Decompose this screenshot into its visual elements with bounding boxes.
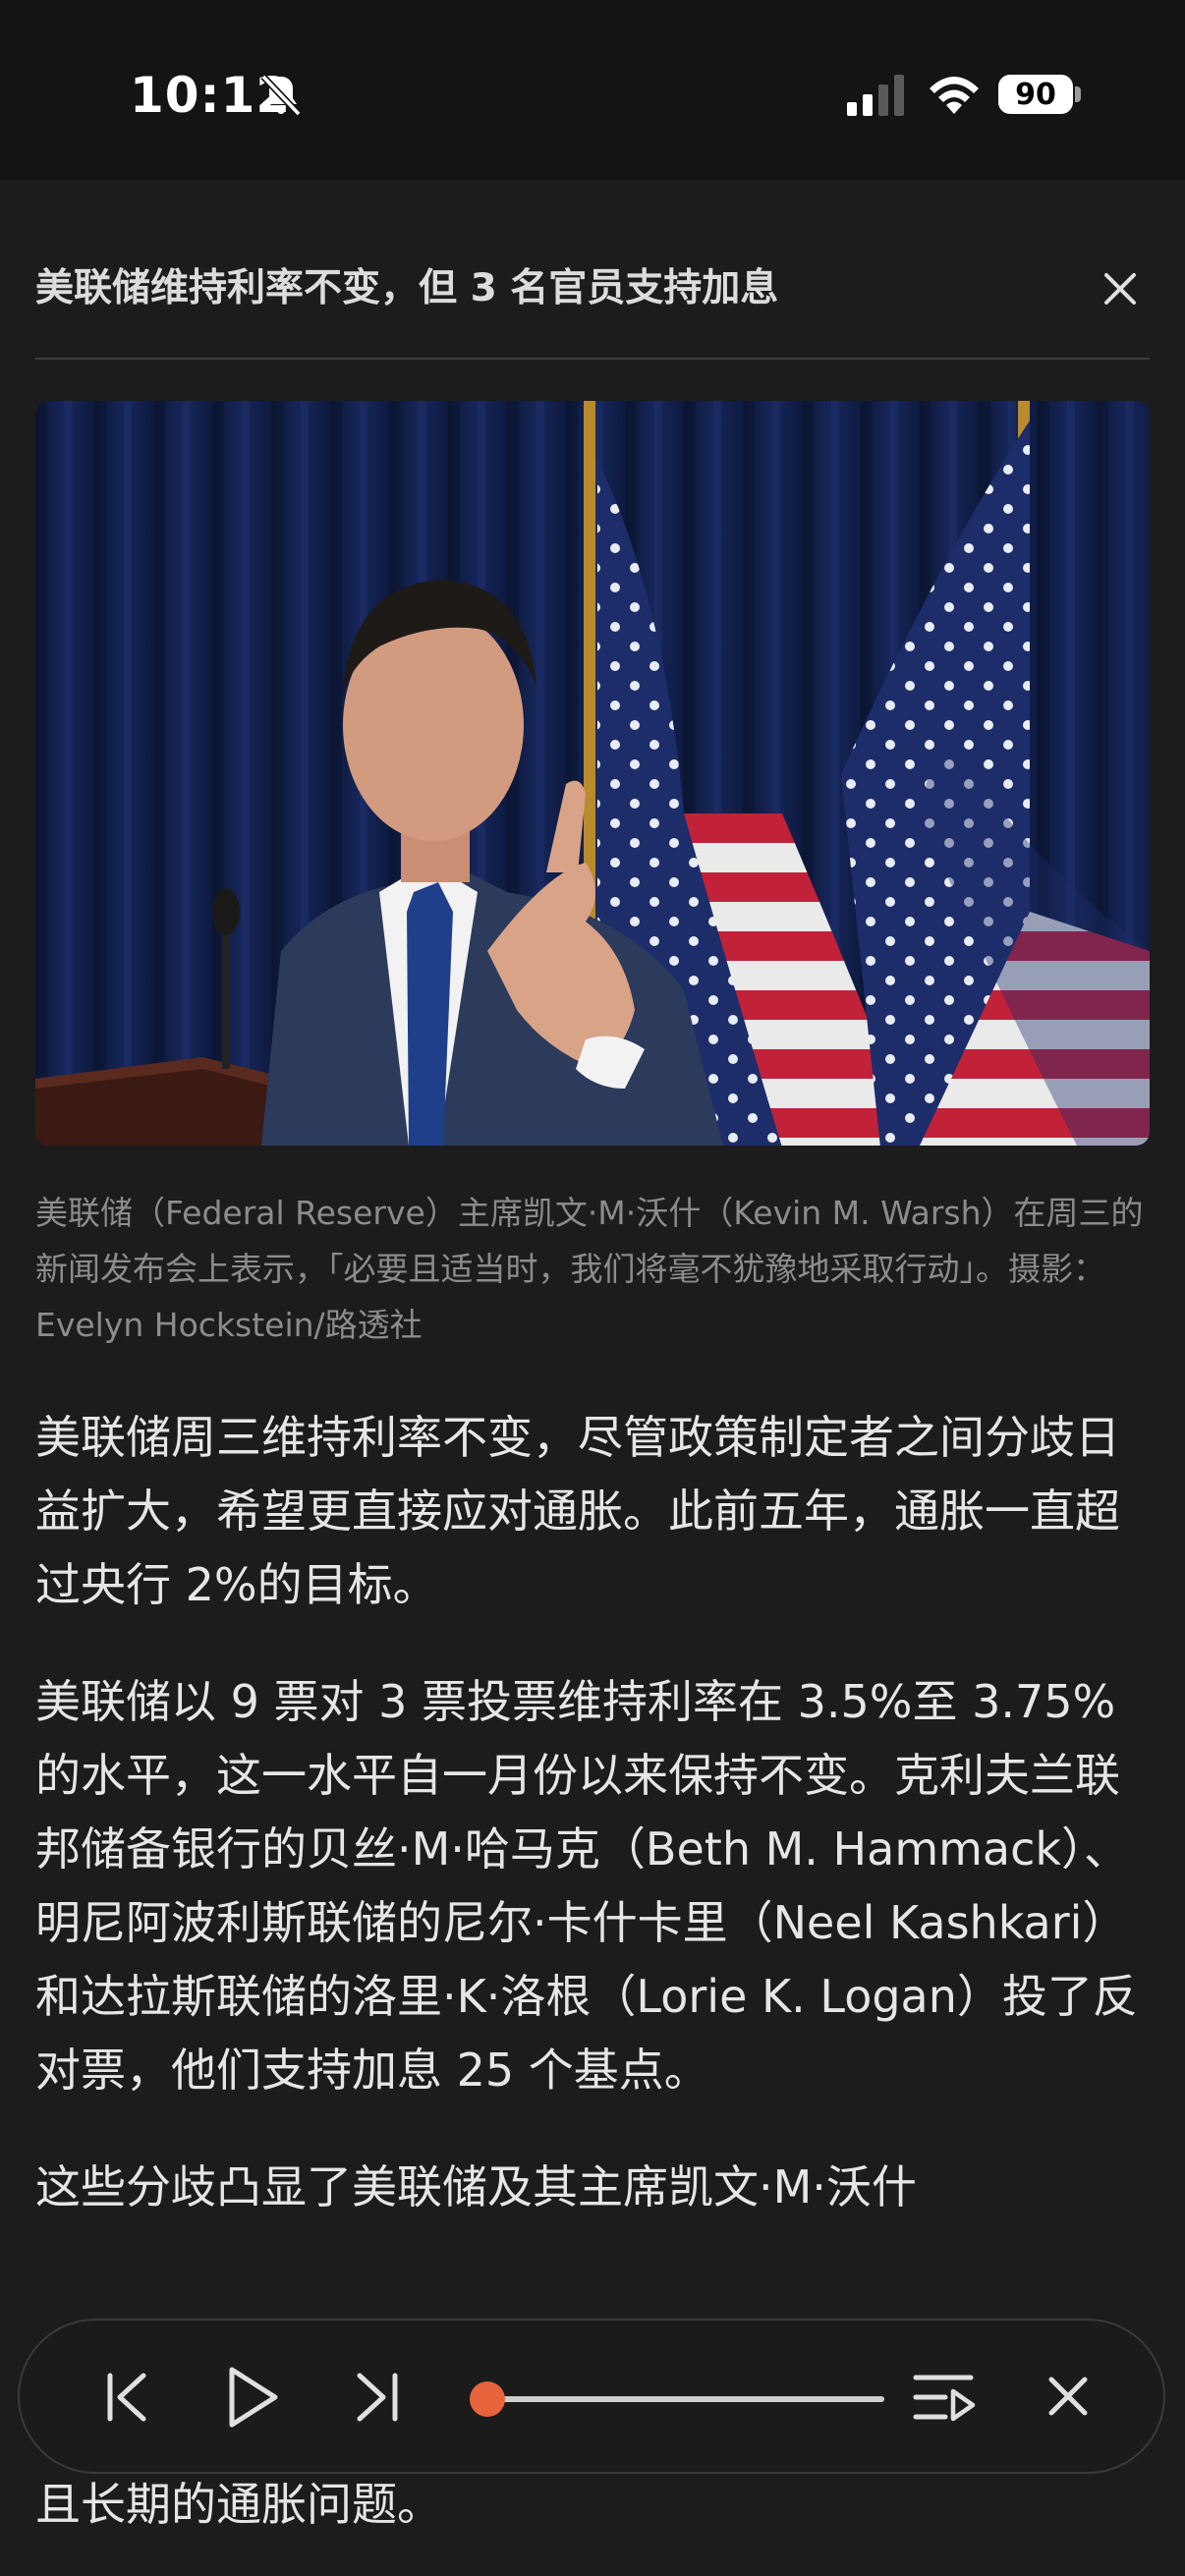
photo-caption: 美联储（Federal Reserve）主席凯文·M·沃什（Kevin M. W…	[35, 1194, 1144, 1344]
battery-tip	[1075, 86, 1081, 102]
article-photo	[35, 401, 1150, 1146]
close-icon[interactable]	[1099, 267, 1142, 310]
audio-player	[18, 2319, 1165, 2474]
skip-back-icon[interactable]	[100, 2368, 155, 2427]
progress-track[interactable]	[487, 2396, 884, 2402]
battery-level: 90	[1015, 77, 1056, 112]
battery-icon: 90	[998, 75, 1073, 114]
signal-icon	[847, 75, 904, 116]
article-partial-line: 且长期的通胀问题。	[35, 2478, 442, 2531]
article-body: 美联储周三维持利率不变，尽管政策制定者之间分歧日益扩大，希望更直接应对通胀。此前…	[35, 1401, 1156, 2268]
skip-forward-icon[interactable]	[350, 2368, 405, 2427]
wifi-icon	[930, 77, 979, 114]
playlist-icon[interactable]	[912, 2370, 977, 2427]
article-paragraph: 美联储以 9 票对 3 票投票维持利率在 3.5%至 3.75%的水平，这一水平…	[35, 1675, 1138, 2097]
article-paragraph: 这些分歧凸显了美联储及其主席凯文·M·沃什	[35, 2160, 917, 2213]
header-divider	[35, 358, 1150, 360]
status-bar: 10:12 90	[0, 0, 1185, 180]
close-player-icon[interactable]	[1044, 2372, 1093, 2421]
article-paragraph: 美联储周三维持利率不变，尽管政策制定者之间分歧日益扩大，希望更直接应对通胀。此前…	[35, 1411, 1120, 1611]
progress-knob[interactable]	[470, 2381, 505, 2417]
article-headline: 美联储维持利率不变，但 3 名官员支持加息	[35, 266, 779, 310]
play-icon[interactable]	[222, 2364, 281, 2431]
bell-slash-icon	[260, 74, 302, 117]
